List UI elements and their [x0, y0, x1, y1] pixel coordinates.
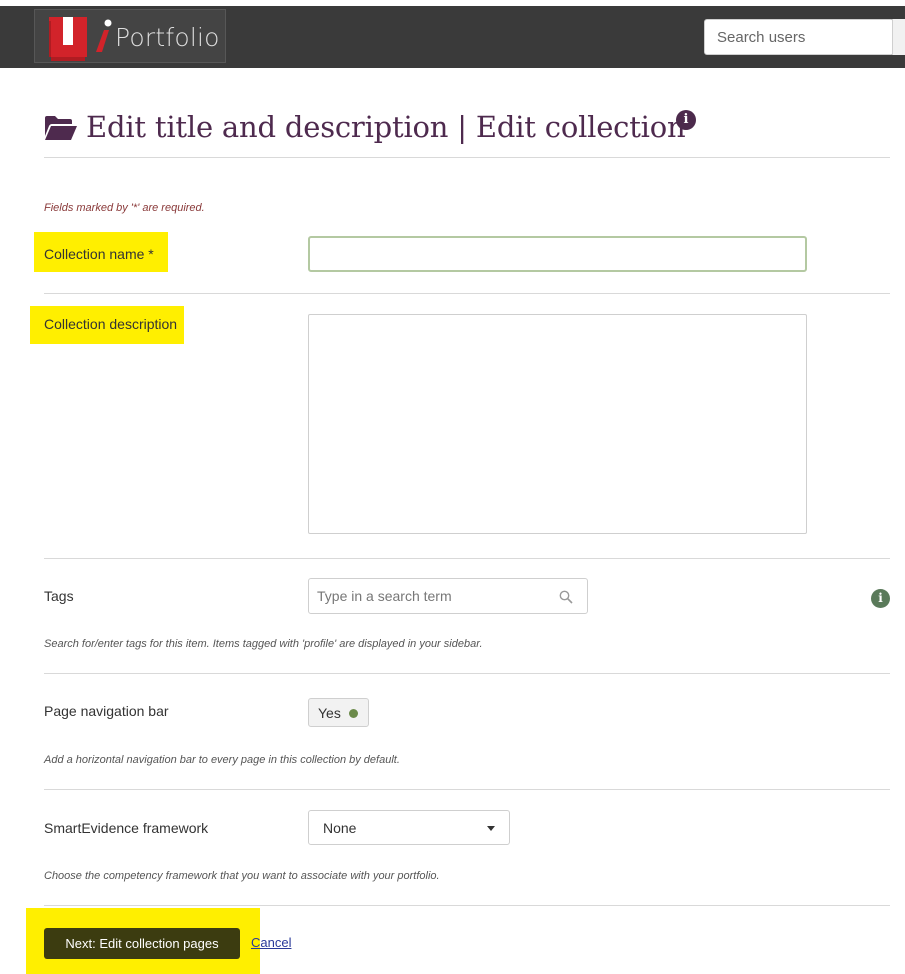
toggle-value: Yes	[318, 705, 341, 721]
tags-description: Search for/enter tags for this item. Ite…	[44, 638, 483, 650]
divider	[44, 157, 890, 158]
divider	[44, 789, 890, 790]
required-fields-note: Fields marked by '*' are required.	[44, 202, 205, 214]
divider	[44, 293, 890, 294]
logo-text: Portfolio	[115, 23, 220, 52]
logo-i-icon	[96, 19, 112, 52]
smartevidence-select[interactable]: None	[308, 810, 510, 845]
top-bar: Portfolio Search users	[0, 6, 905, 68]
next-edit-collection-pages-button[interactable]: Next: Edit collection pages	[44, 928, 240, 959]
collection-description-label: Collection description	[44, 316, 178, 332]
toggle-indicator-icon	[349, 709, 358, 718]
tags-placeholder: Type in a search term	[317, 588, 452, 604]
smartevidence-description: Choose the competency framework that you…	[44, 870, 440, 882]
tags-label: Tags	[44, 588, 74, 604]
search-icon[interactable]	[559, 590, 573, 604]
site-logo[interactable]: Portfolio	[34, 9, 226, 63]
page-navigation-bar-label: Page navigation bar	[44, 703, 169, 719]
cancel-link[interactable]: Cancel	[251, 935, 291, 950]
page-title-text: Edit title and description | Edit collec…	[86, 110, 686, 144]
select-value: None	[323, 820, 357, 836]
page-title: Edit title and description | Edit collec…	[44, 110, 694, 150]
info-icon[interactable]: i	[871, 589, 890, 608]
divider	[44, 673, 890, 674]
page-navigation-bar-description: Add a horizontal navigation bar to every…	[44, 754, 400, 766]
tags-search-input[interactable]: Type in a search term	[308, 578, 588, 614]
info-icon[interactable]: i	[676, 110, 696, 130]
collection-name-input[interactable]	[308, 236, 807, 272]
page-navigation-bar-toggle[interactable]: Yes	[308, 698, 369, 727]
divider	[44, 905, 890, 906]
logo-mark-icon	[45, 17, 87, 61]
caret-down-icon	[487, 826, 495, 831]
collection-description-textarea[interactable]	[308, 314, 807, 534]
search-users-input[interactable]: Search users	[704, 19, 894, 55]
folder-open-icon	[45, 116, 77, 140]
divider	[44, 558, 890, 559]
smartevidence-label: SmartEvidence framework	[44, 820, 209, 836]
search-users-button[interactable]	[892, 19, 905, 55]
collection-name-label: Collection name *	[44, 246, 154, 262]
